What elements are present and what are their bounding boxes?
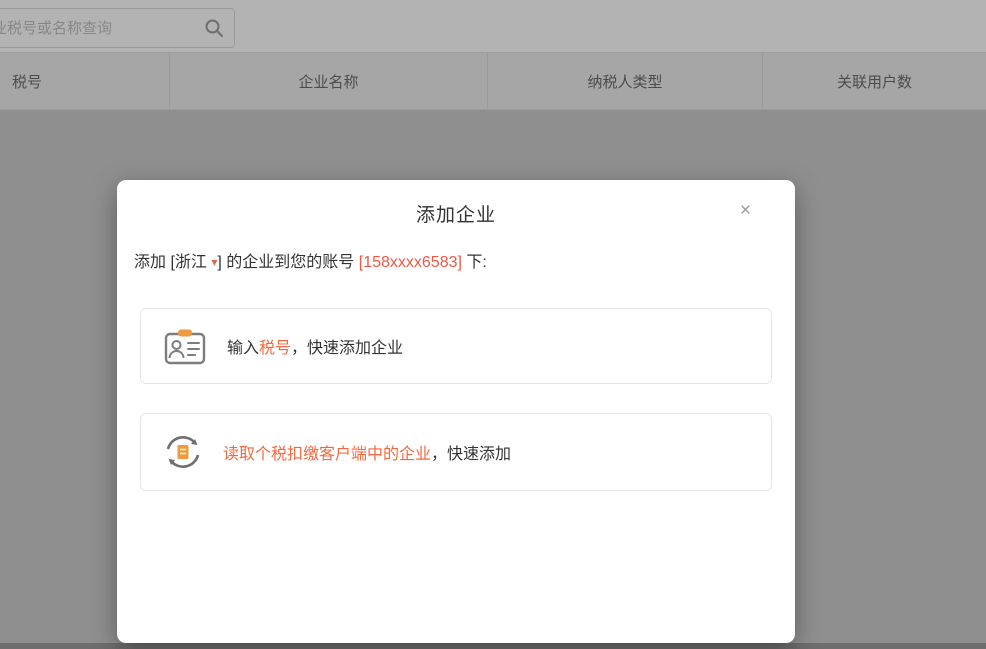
column-header-linked-users: 关联用户数 <box>836 73 912 91</box>
page-bottom-strip <box>0 643 986 649</box>
page: 税号 企业名称 纳税人类型 关联用户数 添加企业 × 添加 [浙江 ▾] 的企业… <box>0 0 986 649</box>
sync-read-icon <box>163 432 203 472</box>
search-icon[interactable] <box>203 17 225 39</box>
account-phone: [158xxxx6583] <box>358 254 462 271</box>
subtitle-text: 添加 [ <box>134 254 175 271</box>
region-select[interactable]: 浙江 <box>175 254 207 271</box>
table-header-row: 税号 企业名称 纳税人类型 关联用户数 <box>0 52 986 110</box>
close-icon[interactable]: × <box>740 201 751 220</box>
subtitle-text: 下: <box>461 254 487 271</box>
column-header-company-name: 企业名称 <box>170 53 488 109</box>
option-read-tax-client[interactable]: 读取个税扣缴客户端中的企业，快速添加 <box>140 413 772 491</box>
subtitle-text: ] 的企业到您的账号 <box>217 254 359 271</box>
option-label: 读取个税扣缴客户端中的企业，快速添加 <box>223 446 512 463</box>
column-header-tax-id: 税号 <box>0 53 170 109</box>
id-card-icon <box>163 325 207 367</box>
column-header-taxpayer-type: 纳税人类型 <box>488 53 763 109</box>
dialog-title: 添加企业 <box>415 205 496 226</box>
add-company-dialog: 添加企业 × 添加 [浙江 ▾] 的企业到您的账号 [158xxxx6583] … <box>117 180 795 643</box>
tax-id-highlight: 税号 <box>259 340 292 357</box>
dialog-subtitle: 添加 [浙江 ▾] 的企业到您的账号 [158xxxx6583] 下: <box>134 248 487 272</box>
search-input[interactable] <box>0 8 235 48</box>
read-client-highlight: 读取个税扣缴客户端中的企业 <box>223 446 432 463</box>
option-enter-tax-id[interactable]: 输入税号，快速添加企业 <box>140 308 772 384</box>
toolbar-panel <box>0 0 986 52</box>
option-label: 输入税号，快速添加企业 <box>227 340 404 357</box>
